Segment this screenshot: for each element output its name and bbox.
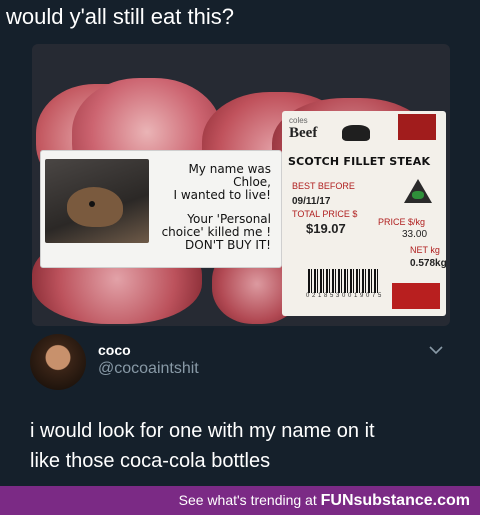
net-kg: 0.578kg bbox=[410, 258, 447, 269]
site-footer: See what's trending at FUNsubstance.com bbox=[0, 486, 480, 515]
price-per-kg-label: PRICE $/kg bbox=[378, 217, 426, 227]
footer-link[interactable]: See what's trending at FUNsubstance.com bbox=[179, 492, 470, 510]
tweet-text-line: i would look for one with my name on it bbox=[30, 420, 375, 442]
cow-silhouette-icon bbox=[342, 125, 370, 141]
best-before-label: BEST BEFORE bbox=[292, 181, 355, 191]
post-caption: would y'all still eat this? bbox=[6, 4, 234, 29]
tweet-header: coco @cocoaintshit bbox=[30, 334, 450, 390]
total-price-label: TOTAL PRICE $ bbox=[292, 209, 358, 219]
barcode-number: 0 2 1 8 5 3 0 0 1 9 0 7 5 bbox=[306, 293, 382, 299]
product-name: SCOTCH FILLET STEAK bbox=[288, 155, 431, 168]
sticker-line: I wanted to live! bbox=[173, 188, 271, 202]
total-price: $19.07 bbox=[306, 221, 346, 236]
sticker-line: DON'T BUY IT! bbox=[185, 238, 271, 252]
protest-sticker: My name was Chloe, I wanted to live! You… bbox=[40, 150, 282, 268]
best-before-date: 09/11/17 bbox=[292, 196, 331, 207]
beef-brand: Beef bbox=[289, 125, 318, 141]
avatar[interactable] bbox=[30, 334, 86, 390]
tweet-text: i would look for one with my name on it … bbox=[30, 416, 450, 476]
price-per-kg: 33.00 bbox=[402, 229, 428, 240]
australian-badge-icon bbox=[398, 114, 436, 140]
barcode bbox=[308, 269, 378, 293]
tweet-text-line: like those coca-cola bottles bbox=[30, 450, 271, 472]
user-handle[interactable]: @cocoaintshit bbox=[98, 360, 199, 378]
price-label: coles Beef SCOTCH FILLET STEAK BEST BEFO… bbox=[282, 111, 447, 316]
footer-brand: FUNsubstance.com bbox=[320, 492, 470, 509]
net-kg-label: NET kg bbox=[410, 245, 440, 255]
store-brand: coles bbox=[289, 116, 308, 125]
footer-text: See what's trending at bbox=[178, 492, 321, 508]
display-name[interactable]: coco bbox=[98, 342, 131, 358]
meat-package-photo: My name was Chloe, I wanted to live! You… bbox=[32, 44, 450, 326]
cow-photo bbox=[45, 159, 149, 243]
red-promo-box bbox=[392, 283, 440, 309]
chevron-down-icon[interactable] bbox=[428, 342, 444, 358]
